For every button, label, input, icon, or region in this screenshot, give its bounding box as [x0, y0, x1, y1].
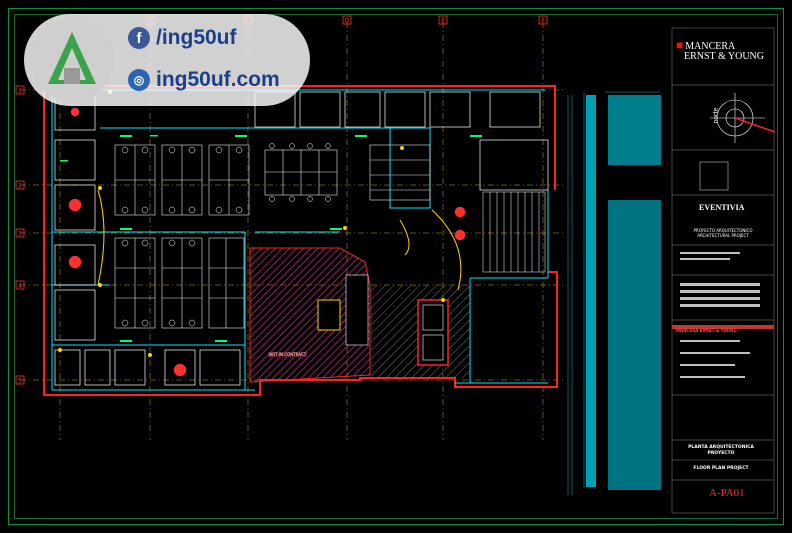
client-band-label: MANCERA ERNST & YOUNG	[676, 328, 737, 333]
title-block-frame	[671, 27, 775, 514]
watermark-facebook-row[interactable]: f /ing50uf	[128, 26, 237, 50]
watermark-website: ing50uf.com	[156, 68, 280, 91]
watermark-facebook-handle: /ing50uf	[156, 26, 237, 49]
globe-icon: ◎	[128, 69, 150, 91]
grid-label-2: 2	[18, 183, 22, 190]
watermark-website-row[interactable]: ◎ ing50uf.com	[128, 68, 280, 92]
hatched-area-label: NOT IN CONTRACT	[268, 352, 308, 357]
firm-mark-icon: ■	[676, 38, 684, 52]
plan-title: PLANTA ARQUITECTONICA PROYECTO	[688, 445, 754, 456]
notes-column	[586, 95, 661, 490]
grid-label-5: 5	[18, 378, 22, 385]
sheet-title: FLOOR PLAN PROJECT	[693, 466, 749, 471]
grid-label-4: 4	[18, 283, 22, 290]
project-name: EVENTIVIA	[699, 203, 745, 212]
project-subtitle: PROYECTO ARQUITECTONICO ARCHITECTURAL PR…	[693, 228, 753, 238]
grid-label-e: E	[441, 18, 445, 25]
grid-label-1: 1	[18, 88, 22, 95]
facebook-icon: f	[128, 27, 150, 49]
sheet-number: A-PA01	[709, 487, 745, 499]
firm-name-line2: ERNST & YOUNG	[684, 51, 765, 62]
watermark-logo-icon	[30, 18, 114, 102]
grid-label-3: 3	[18, 231, 22, 238]
grid-label-d: D	[345, 18, 350, 25]
north-arrow-icon	[710, 93, 776, 143]
firm-logo: ■ MANCERA ERNST & YOUNG	[676, 38, 765, 62]
grid-label-f: F	[541, 18, 545, 25]
north-label: norte	[712, 107, 720, 124]
legend-rows	[680, 161, 760, 378]
hatched-area-not-in-contract	[249, 247, 470, 383]
stairwell	[482, 191, 546, 273]
